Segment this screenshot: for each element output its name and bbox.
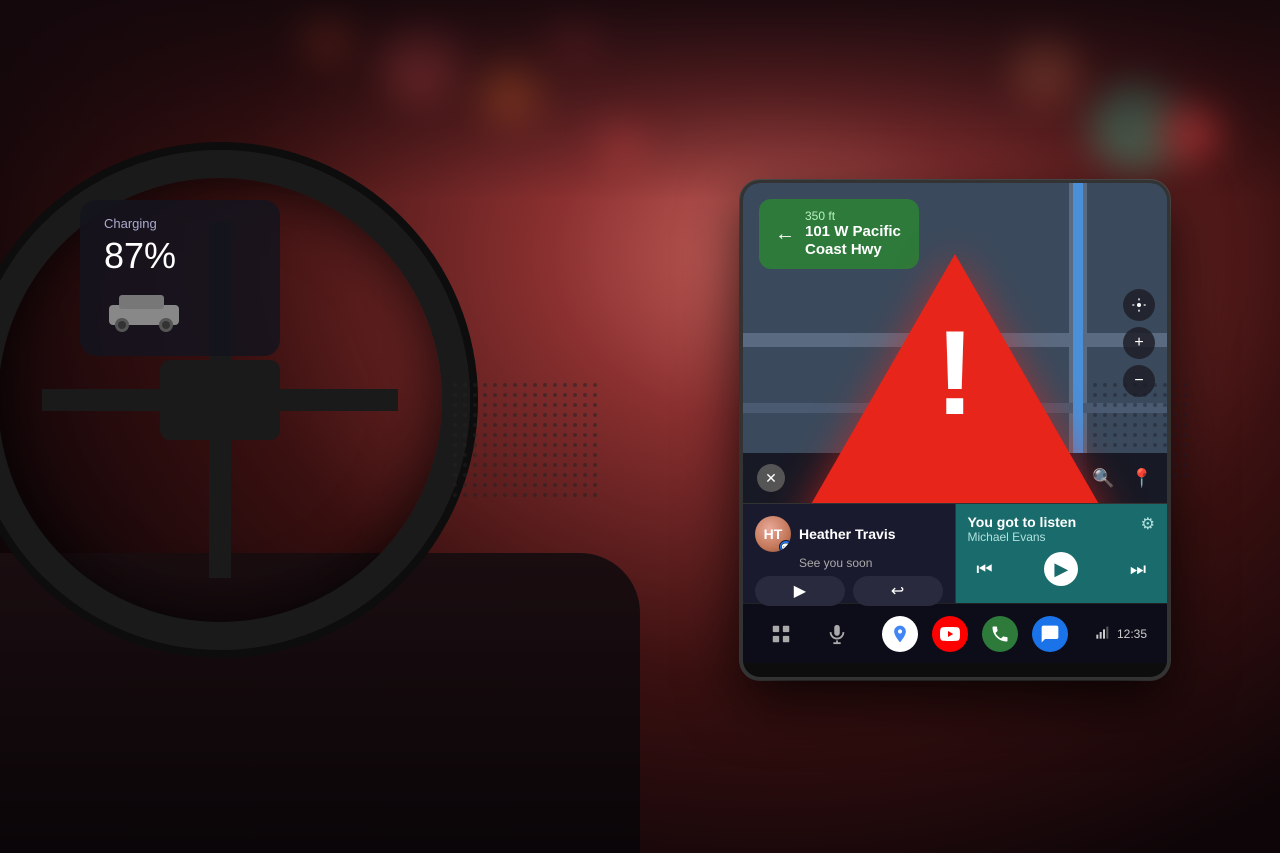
app-grid-button[interactable]: [763, 616, 799, 652]
speaker-grille-right: [1090, 380, 1190, 480]
message-preview: See you soon: [799, 556, 943, 570]
cards-section: HT 💬 Heather Travis See you soon ▶ ↩ You…: [743, 503, 1167, 603]
music-card: You got to listen Michael Evans ⚙ ⏮ ▶ ⏭: [956, 504, 1168, 603]
zoom-in-button[interactable]: +: [1123, 327, 1155, 359]
charging-label: Charging: [104, 216, 256, 231]
previous-track-button[interactable]: ⏮: [968, 552, 1002, 586]
play-message-button[interactable]: ▶: [755, 576, 845, 606]
nav-turn-arrow: ←: [775, 223, 795, 246]
dashboard-left: Charging 87%: [0, 200, 300, 356]
bottom-nav-left: [763, 616, 855, 652]
trip-time: 6:58 PM: [883, 478, 928, 495]
phone-app-button[interactable]: [982, 616, 1018, 652]
messaging-app-badge: 💬: [779, 540, 791, 552]
contact-avatar: HT 💬: [755, 516, 791, 552]
navigation-banner: ← 350 ft 101 W PacificCoast Hwy: [759, 199, 919, 269]
microphone-button[interactable]: [819, 616, 855, 652]
battery-percent: 87%: [104, 235, 256, 277]
track-name: You got to listen: [968, 514, 1077, 530]
google-maps-app-button[interactable]: [882, 616, 918, 652]
location-button[interactable]: [1123, 289, 1155, 321]
signal-icon: [1095, 624, 1111, 643]
messages-app-button[interactable]: [1032, 616, 1068, 652]
message-card-header: HT 💬 Heather Travis: [755, 516, 943, 552]
charging-display: Charging 87%: [80, 200, 280, 356]
bottom-nav-bar: 12:35: [743, 603, 1167, 663]
bottom-nav-right: 12:35: [1095, 624, 1147, 643]
contact-name: Heather Travis: [799, 526, 896, 542]
music-controls: ⏮ ▶ ⏭: [968, 552, 1156, 586]
message-card: HT 💬 Heather Travis See you soon ▶ ↩: [743, 504, 956, 603]
bottom-nav-apps: [882, 616, 1068, 652]
play-pause-button[interactable]: ▶: [1044, 552, 1078, 586]
map-close-button[interactable]: ✕: [757, 464, 785, 492]
trip-info: 23 min 6:58 PM: [883, 461, 928, 495]
music-card-header: You got to listen Michael Evans ⚙: [968, 514, 1156, 544]
nav-distance: 350 ft: [805, 209, 901, 223]
status-time: 12:35: [1117, 627, 1147, 641]
artist-name: Michael Evans: [968, 530, 1077, 544]
next-track-button[interactable]: ⏭: [1121, 552, 1155, 586]
directions-icon[interactable]: [1058, 467, 1076, 490]
reply-message-button[interactable]: ↩: [853, 576, 943, 606]
youtube-app-button[interactable]: [932, 616, 968, 652]
message-actions: ▶ ↩: [755, 576, 943, 606]
car-icon: [104, 285, 184, 335]
speaker-grille-left: [450, 380, 600, 500]
map-road-horizontal-1: [743, 333, 1167, 347]
settings-icon[interactable]: ⚙: [1026, 468, 1042, 489]
trip-duration: 23 min: [883, 461, 928, 478]
nav-text-block: 350 ft 101 W PacificCoast Hwy: [805, 209, 901, 259]
music-settings-icon[interactable]: ⚙: [1141, 514, 1155, 534]
nav-street: 101 W PacificCoast Hwy: [805, 223, 901, 259]
music-info: You got to listen Michael Evans: [968, 514, 1077, 544]
